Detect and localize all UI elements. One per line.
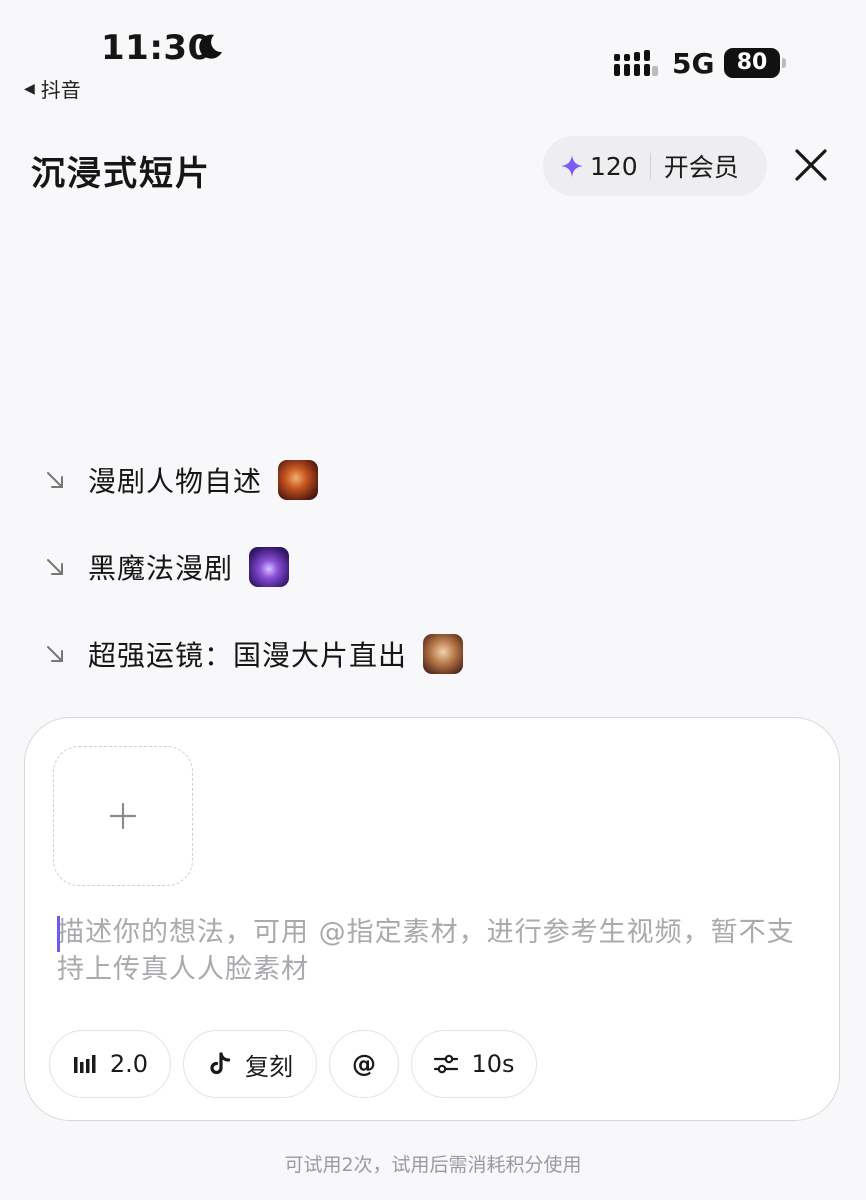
suggestion-item[interactable]: 漫剧人物自述 <box>44 460 319 500</box>
open-vip-button[interactable]: 开会员 <box>664 148 739 184</box>
battery-level: 80 <box>724 48 780 78</box>
arrow-down-right-icon <box>47 559 63 575</box>
sliders-icon <box>434 1054 459 1074</box>
text-caret <box>57 916 60 952</box>
bar-chart-icon <box>73 1055 96 1073</box>
back-app-label: 抖音 <box>40 78 81 102</box>
back-to-app-link[interactable]: ◀ 抖音 <box>24 74 81 103</box>
battery-indicator: 80 <box>724 48 786 78</box>
signal-icon <box>614 50 658 76</box>
sparkle-icon <box>561 155 583 177</box>
suggestion-item[interactable]: 超强运镜：国漫大片直出 <box>44 634 464 674</box>
back-triangle-icon: ◀ <box>24 80 35 97</box>
page-title: 沉浸式短片 <box>31 154 211 194</box>
prompt-placeholder: 描述你的想法，可用 @指定素材，进行参考生视频，暂不支持上传真人人脸素材 <box>57 917 795 985</box>
duration-settings-button[interactable]: 10s <box>411 1030 537 1098</box>
mention-label: @ <box>352 1050 376 1078</box>
model-version-label: 2.0 <box>109 1050 149 1078</box>
credits-pill[interactable]: 120 开会员 <box>543 136 767 196</box>
upload-material-button[interactable] <box>53 746 193 886</box>
suggestion-thumbnail <box>423 634 464 674</box>
trial-note: 可试用2次，试用后需消耗积分使用 <box>284 1154 582 1176</box>
close-icon[interactable] <box>792 146 830 184</box>
network-type: 5G <box>672 47 715 80</box>
moon-icon <box>199 34 222 59</box>
suggestion-thumbnail <box>249 547 290 587</box>
composer-card: 描述你的想法，可用 @指定素材，进行参考生视频，暂不支持上传真人人脸素材 2.0… <box>24 717 840 1121</box>
composer-toolbar: 2.0 复刻 @ 10s <box>49 1030 537 1098</box>
pill-divider <box>649 153 651 179</box>
tiktok-icon <box>210 1052 231 1075</box>
copy-style-label: 复刻 <box>245 1052 293 1081</box>
arrow-down-right-icon <box>47 646 63 662</box>
suggestion-item[interactable]: 黑魔法漫剧 <box>44 547 290 587</box>
suggestion-thumbnail <box>278 460 319 500</box>
battery-cap <box>782 58 786 68</box>
suggestion-label: 超强运镜：国漫大片直出 <box>88 639 408 672</box>
plus-icon <box>109 802 137 830</box>
model-version-button[interactable]: 2.0 <box>49 1030 171 1098</box>
mention-button[interactable]: @ <box>329 1030 399 1098</box>
arrow-down-right-icon <box>47 472 63 488</box>
credits-count: 120 <box>590 151 638 181</box>
prompt-input[interactable]: 描述你的想法，可用 @指定素材，进行参考生视频，暂不支持上传真人人脸素材 <box>57 914 797 994</box>
suggestion-label: 漫剧人物自述 <box>88 465 263 498</box>
suggestion-label: 黑魔法漫剧 <box>88 552 234 585</box>
duration-label: 10s <box>471 1050 515 1078</box>
copy-style-button[interactable]: 复刻 <box>183 1030 317 1098</box>
